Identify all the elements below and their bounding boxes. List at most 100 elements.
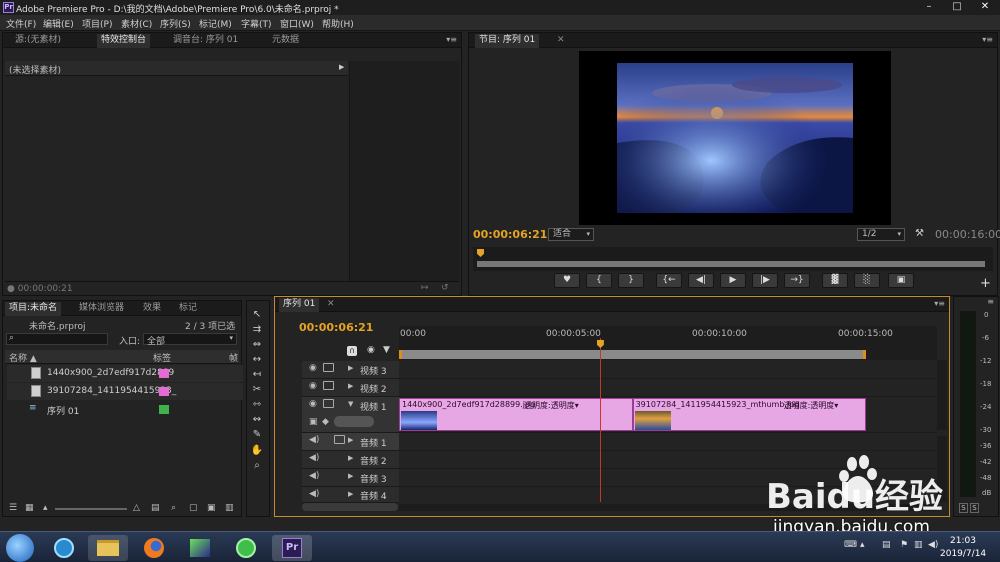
- volume-icon[interactable]: ◀): [928, 540, 938, 550]
- expand-track-icon[interactable]: ▶: [348, 472, 353, 480]
- track-lock-icon[interactable]: [334, 435, 345, 444]
- work-area-bar[interactable]: [399, 350, 867, 359]
- clock-date[interactable]: 2019/7/14: [940, 549, 986, 559]
- add-marker-icon[interactable]: ◉: [367, 345, 375, 355]
- column-label[interactable]: 标签: [153, 351, 171, 364]
- menu-project[interactable]: 项目(P): [82, 17, 112, 30]
- menu-file[interactable]: 文件(F): [6, 17, 36, 30]
- video-vertical-scrollbar[interactable]: [937, 360, 947, 430]
- program-scrub-bar[interactable]: [477, 261, 985, 267]
- fit-dropdown[interactable]: 适合 ▾: [548, 228, 594, 241]
- step-forward-icon[interactable]: |▶: [752, 273, 778, 288]
- zoom-out-icon[interactable]: ▴: [43, 503, 48, 513]
- timeline-zoom-scrollbar[interactable]: [302, 503, 398, 511]
- expand-track-icon[interactable]: ▶: [348, 436, 353, 444]
- clock-time[interactable]: 21:03: [950, 536, 976, 546]
- bin-icon[interactable]: ▤: [151, 503, 160, 513]
- column-frame[interactable]: 帧: [229, 351, 238, 364]
- tab-audio-mixer[interactable]: 调音台: 序列 01: [169, 34, 242, 48]
- timeline-timecode[interactable]: 00:00:06:21: [299, 321, 373, 334]
- out-point-icon[interactable]: }: [618, 273, 644, 288]
- panel-menu-icon[interactable]: ▾≡: [934, 299, 945, 308]
- track-header-audio-2[interactable]: ◀) ▶ 音频 2: [302, 451, 399, 469]
- network-icon[interactable]: ▥: [914, 540, 923, 550]
- collapse-track-icon[interactable]: ▼: [348, 400, 353, 408]
- resolution-dropdown[interactable]: 1/2 ▾: [857, 228, 905, 241]
- new-item-icon[interactable]: ▣: [207, 503, 216, 513]
- set-marker-icon[interactable]: ▼: [383, 345, 390, 355]
- wrench-icon[interactable]: ⚒: [915, 228, 924, 239]
- expand-arrow-icon[interactable]: ▶: [339, 63, 344, 71]
- speaker-icon[interactable]: ◀): [309, 435, 319, 445]
- expand-track-icon[interactable]: ▶: [348, 454, 353, 462]
- track-lock-icon[interactable]: [323, 381, 334, 390]
- tray-expand-icon[interactable]: ▴: [860, 540, 865, 550]
- marker-icon[interactable]: ♥: [554, 273, 580, 288]
- track-select-tool-icon[interactable]: ⇉: [249, 323, 265, 337]
- tab-source[interactable]: 源:(无素材): [11, 34, 65, 48]
- hand-tool-icon[interactable]: ✋: [249, 444, 265, 458]
- track-header-video-1[interactable]: ◉ ▼ 视频 1 ▣ ◆: [302, 397, 399, 433]
- timeline-playhead[interactable]: [599, 338, 601, 502]
- speaker-icon[interactable]: ◀): [309, 453, 319, 463]
- usb-icon[interactable]: ▤: [882, 540, 891, 550]
- speaker-icon[interactable]: ◀): [309, 471, 319, 481]
- track-header-video-3[interactable]: ◉ ▶ 视频 3: [302, 361, 399, 379]
- keyframe-toggle[interactable]: [334, 416, 374, 427]
- track-header-audio-1[interactable]: ◀) ▶ 音频 1: [302, 433, 399, 451]
- panel-menu-icon[interactable]: ▾≡: [446, 35, 457, 44]
- display-style-icon[interactable]: ▣: [309, 417, 318, 427]
- selection-tool-icon[interactable]: ↖: [249, 308, 265, 322]
- timeline-ruler[interactable]: 00:00 00:00:05:00 00:00:10:00 00:00:15:0…: [399, 326, 937, 360]
- project-item[interactable]: ≡ 序列 01: [7, 401, 243, 418]
- snap-icon[interactable]: ∩: [347, 346, 357, 356]
- browser-icon[interactable]: [226, 535, 266, 561]
- menu-clip[interactable]: 素材(C): [121, 17, 152, 30]
- maximize-icon[interactable]: □: [943, 0, 971, 15]
- icon-view-icon[interactable]: ▦: [25, 503, 34, 513]
- lift-icon[interactable]: ▓: [822, 273, 848, 288]
- step-back-icon[interactable]: ◀|: [688, 273, 714, 288]
- eye-icon[interactable]: ◉: [309, 363, 317, 373]
- clip-effect-dropdown[interactable]: 透明度:透明度▾: [524, 400, 579, 411]
- slip-tool-icon[interactable]: ⇿: [249, 398, 265, 412]
- tab-media-browser[interactable]: 媒体浏览器: [75, 302, 128, 316]
- trash-icon[interactable]: ▥: [225, 503, 234, 513]
- file-explorer-icon[interactable]: [88, 535, 128, 561]
- solo-right-button[interactable]: S: [970, 503, 979, 513]
- media-player-icon[interactable]: [44, 535, 84, 561]
- tab-metadata[interactable]: 元数据: [268, 34, 303, 48]
- razor-tool-icon[interactable]: ✂: [249, 383, 265, 397]
- track-header-audio-4[interactable]: ◀) ▶ 音频 4: [302, 487, 399, 503]
- flag-icon[interactable]: ⚑: [900, 540, 908, 550]
- go-to-out-icon[interactable]: →}: [784, 273, 810, 288]
- track-lock-icon[interactable]: [323, 363, 334, 372]
- solo-left-button[interactable]: S: [959, 503, 968, 513]
- pen-tool-icon[interactable]: ✎: [249, 428, 265, 442]
- speaker-icon[interactable]: ◀): [309, 489, 319, 499]
- rate-stretch-tool-icon[interactable]: ↤: [249, 368, 265, 382]
- menu-edit[interactable]: 编辑(E): [43, 17, 74, 30]
- expand-track-icon[interactable]: ▶: [348, 490, 353, 498]
- menu-sequence[interactable]: 序列(S): [160, 17, 191, 30]
- video-clip[interactable]: 1440x900_2d7edf917d28899.jpg 透明度:透明度▾: [399, 398, 633, 431]
- in-dropdown[interactable]: 全部 ▾: [143, 333, 237, 347]
- expand-track-icon[interactable]: ▶: [348, 364, 353, 372]
- menu-help[interactable]: 帮助(H): [322, 17, 354, 30]
- windows-start-icon[interactable]: [6, 534, 34, 562]
- program-time-ruler[interactable]: [473, 247, 993, 271]
- find-icon[interactable]: ⌕: [171, 503, 176, 513]
- project-item[interactable]: 39107284_1411954415923_: [7, 383, 243, 400]
- program-playhead[interactable]: [477, 249, 484, 257]
- play-icon[interactable]: ▶: [720, 273, 746, 288]
- menu-title[interactable]: 字幕(T): [241, 17, 272, 30]
- expand-track-icon[interactable]: ▶: [348, 382, 353, 390]
- loop-icon[interactable]: ↺: [441, 283, 449, 293]
- tab-sequence[interactable]: 序列 01: [279, 298, 320, 312]
- premiere-icon[interactable]: Pr: [272, 535, 312, 561]
- close-icon[interactable]: ✕: [971, 0, 999, 15]
- track-header-audio-3[interactable]: ◀) ▶ 音频 3: [302, 469, 399, 487]
- video-clip[interactable]: 39107284_1411954415923_mthumb.jpg 透明度:透明…: [632, 398, 867, 431]
- tab-close-icon[interactable]: ✕: [557, 35, 565, 45]
- zoom-tool-icon[interactable]: ⌕: [249, 459, 265, 473]
